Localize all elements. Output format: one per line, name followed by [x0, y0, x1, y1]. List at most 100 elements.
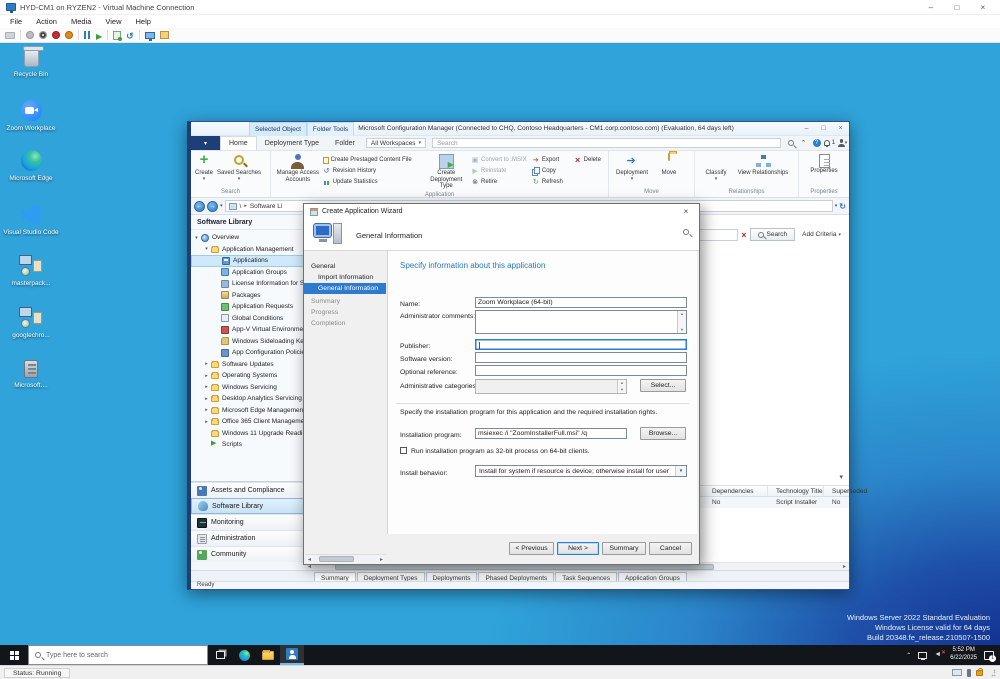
expander-icon[interactable] [193, 235, 200, 241]
workspace-administration[interactable]: Administration [191, 530, 304, 546]
expander-icon[interactable] [203, 373, 210, 379]
scroll-right-icon[interactable]: ▸ [377, 556, 386, 563]
desktop-icon-vscode[interactable]: Visual Studio Code [2, 205, 60, 237]
vm-minimize-button[interactable]: – [920, 3, 942, 12]
tree-item-win11-upgrade-readiness[interactable]: Windows 11 Upgrade Readiness [191, 428, 304, 440]
tree-item-applications[interactable]: Applications [191, 255, 304, 267]
detail-pane-collapse-icon[interactable] [839, 473, 843, 481]
context-tab-folder-tools[interactable]: Folder Tools [306, 121, 355, 136]
tree-item-application-groups[interactable]: Application Groups [191, 267, 304, 279]
search-icon[interactable] [784, 136, 797, 150]
create-button[interactable]: Create [193, 152, 215, 183]
workspace-dropdown[interactable]: All Workspaces [365, 138, 427, 148]
desktop-icon-zoom[interactable]: Zoom Workplace [2, 100, 60, 133]
step-general-information[interactable]: General Information [304, 283, 386, 294]
optional-reference-input[interactable] [475, 365, 687, 376]
tree-item-packages[interactable]: Packages [191, 290, 304, 302]
desktop-icon-microsoft[interactable]: Microsoft.... [2, 360, 60, 390]
install-behavior-select[interactable]: Install for system if resource is device… [475, 465, 687, 477]
vm-close-button[interactable]: × [972, 3, 994, 12]
tree-item-operating-systems[interactable]: Operating Systems [191, 370, 304, 382]
properties-button[interactable]: Properties [802, 153, 846, 176]
taskbar-search[interactable]: Type here to search [28, 645, 208, 665]
action-center-icon[interactable]: 1 [984, 650, 996, 662]
context-tab-selected-object[interactable]: Selected Object [249, 121, 307, 136]
delete-button[interactable]: Delete [574, 155, 606, 165]
tree-item-scripts[interactable]: Scripts [191, 439, 304, 451]
select-categories-button[interactable]: Select... [640, 379, 686, 392]
view-relationships-button[interactable]: View Relationships [735, 153, 791, 178]
update-statistics-button[interactable]: Update Statistics [323, 177, 422, 187]
workspace-community[interactable]: Community [191, 546, 304, 562]
workspace-monitoring[interactable]: Monitoring [191, 514, 304, 530]
expander-icon[interactable] [203, 246, 210, 252]
tree-item-license-information[interactable]: License Information for Store Apps [191, 278, 304, 290]
network-icon[interactable] [918, 651, 928, 660]
browse-button[interactable]: Browse... [640, 427, 686, 440]
step-import-information[interactable]: Import Information [304, 272, 386, 283]
ctrl-alt-del-icon[interactable] [5, 31, 15, 39]
tree-item-global-conditions[interactable]: Global Conditions [191, 313, 304, 325]
create-prestaged-button[interactable]: Create Prestaged Content File [322, 155, 422, 165]
revert-icon[interactable] [126, 26, 134, 44]
expander-icon[interactable] [203, 419, 210, 425]
expander-icon[interactable] [203, 361, 210, 367]
tree-item-overview[interactable]: Overview [191, 232, 304, 244]
user-menu-icon[interactable] [836, 136, 849, 150]
enhanced-session-icon[interactable] [144, 31, 155, 41]
back-button[interactable] [194, 200, 205, 212]
scroll-right-icon[interactable]: ▸ [840, 563, 849, 570]
turn-off-icon[interactable] [39, 31, 47, 39]
menu-action[interactable]: Action [36, 17, 57, 26]
ribbon-tab-deployment-type[interactable]: Deployment Type [257, 136, 327, 150]
wizard-steps-scrollbar[interactable]: ◂ ▸ [305, 554, 386, 563]
tree-item-edge-management[interactable]: Microsoft Edge Management [191, 405, 304, 417]
revision-history-button[interactable]: Revision History [323, 166, 422, 176]
comments-textarea[interactable]: ▴ ▾ [475, 310, 687, 334]
taskbar-edge-button[interactable] [232, 645, 256, 665]
cancel-button[interactable]: Cancel [649, 542, 692, 555]
taskbar-clock[interactable]: 5:52 PM 6/22/2025 [950, 647, 977, 663]
manage-access-accounts-button[interactable]: Manage Access Accounts [273, 153, 323, 184]
ribbon-tab-home[interactable]: Home [220, 136, 257, 150]
installation-program-input[interactable] [475, 428, 627, 439]
address-refresh-icon[interactable] [839, 202, 846, 211]
clear-search-icon[interactable]: × [741, 230, 746, 240]
tree-item-windows-servicing[interactable]: Windows Servicing [191, 382, 304, 394]
desktop-icon-recycle-bin[interactable]: Recycle Bin [2, 46, 60, 79]
create-deployment-type-button[interactable]: Create Deployment Type [421, 153, 471, 191]
desktop-icon-googlechrome[interactable]: googlechro... [2, 307, 60, 340]
app-menu-button[interactable] [191, 136, 220, 150]
menu-help[interactable]: Help [136, 17, 151, 26]
start-vm-icon[interactable] [26, 31, 34, 39]
task-view-button[interactable] [208, 645, 232, 665]
menu-view[interactable]: View [105, 17, 121, 26]
deployment-button[interactable]: Deployment [611, 153, 653, 183]
nav-history-dropdown-icon[interactable] [220, 203, 223, 209]
name-input[interactable] [475, 297, 687, 308]
taskbar-configmgr-button[interactable] [280, 645, 304, 665]
tray-expand-icon[interactable]: ⌃ [906, 652, 911, 659]
expander-icon[interactable] [203, 407, 210, 413]
expander-icon[interactable] [203, 384, 210, 390]
console-search-input[interactable]: Search [432, 138, 781, 148]
taskbar-explorer-button[interactable] [256, 645, 280, 665]
tree-item-office-365[interactable]: Office 365 Client Management [191, 416, 304, 428]
reset-icon[interactable] [96, 26, 102, 44]
add-criteria-button[interactable]: Add Criteria [798, 231, 845, 238]
next-button[interactable]: Next > [557, 542, 599, 555]
tree-item-appv-environments[interactable]: App-V Virtual Environments [191, 324, 304, 336]
step-general[interactable]: General [304, 261, 386, 272]
tree-item-application-requests[interactable]: Application Requests [191, 301, 304, 313]
menu-media[interactable]: Media [71, 17, 91, 26]
volume-muted-icon[interactable] [934, 650, 945, 659]
classify-button[interactable]: Classify [697, 153, 735, 183]
pause-icon[interactable] [84, 31, 91, 39]
console-close-button[interactable]: × [832, 125, 849, 132]
desktop-icon-edge[interactable]: Microsoft Edge [2, 150, 60, 183]
collapse-ribbon-icon[interactable]: ⌃ [797, 136, 810, 150]
scroll-left-icon[interactable]: ◂ [305, 556, 314, 563]
previous-button[interactable]: < Previous [509, 542, 554, 555]
resize-grip[interactable] [988, 668, 996, 677]
retire-button[interactable]: Retire [471, 177, 532, 187]
